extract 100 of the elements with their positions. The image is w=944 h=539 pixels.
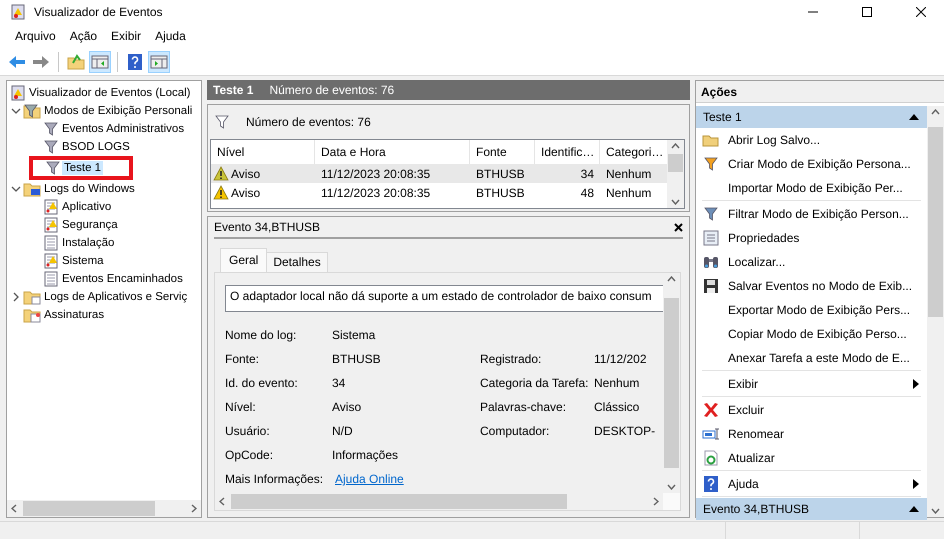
section-header[interactable]: Teste 1 — [696, 106, 927, 128]
tree-item[interactable]: Logs de Aplicativos e Serviç — [42, 290, 190, 304]
close-icon — [916, 7, 926, 17]
action-item[interactable]: Excluir — [728, 403, 921, 417]
filter-icon — [43, 139, 59, 155]
delete-icon — [702, 401, 720, 419]
event-row[interactable]: Aviso 11/12/2023 20:08:35 BTHUSB 34 Nenhum — [211, 164, 667, 183]
filter-icon — [703, 156, 719, 172]
details-title: Evento 34,BTHUSB — [214, 220, 320, 234]
menu-item[interactable]: Arquivo — [8, 29, 63, 43]
chevron-down-icon[interactable] — [11, 106, 21, 116]
action-item[interactable]: Atualizar — [728, 451, 921, 465]
tab[interactable]: Detalhes — [266, 252, 328, 272]
field-value: Nenhum — [594, 376, 640, 392]
folder-arrow-icon — [67, 54, 85, 70]
tree-item[interactable]: Visualizador de Eventos (Local) — [27, 86, 193, 100]
field-label: Fonte: — [225, 352, 260, 368]
scroll-left-icon[interactable] — [11, 504, 17, 513]
field-value: N/D — [332, 424, 353, 440]
section-header[interactable]: Evento 34,BTHUSB — [696, 498, 927, 520]
tab[interactable]: Geral — [220, 248, 268, 272]
tree-item[interactable]: Assinaturas — [42, 308, 106, 322]
field-label: Usuário: — [225, 424, 271, 440]
chevron-right-icon[interactable] — [11, 292, 21, 302]
field-label: Palavras-chave: — [480, 400, 568, 416]
table-cell-text: Nenhum — [605, 186, 652, 200]
scrollbar-thumb[interactable] — [23, 501, 155, 516]
section-title: Evento 34,BTHUSB — [703, 502, 810, 516]
menu-item[interactable]: Ajuda — [148, 29, 193, 43]
help-link[interactable]: Ajuda Online — [335, 472, 404, 486]
table-cell-text: BTHUSB — [475, 166, 526, 180]
subscription-folder-icon — [23, 307, 41, 323]
warning-log-icon — [43, 217, 59, 233]
scroll-down-icon[interactable] — [671, 199, 680, 205]
collapse-arrow-icon[interactable] — [909, 506, 919, 512]
scrollbar-thumb[interactable] — [928, 126, 943, 316]
table-cell-text: 11/12/2023 20:08:35 — [320, 186, 432, 200]
scroll-up-icon[interactable] — [667, 276, 676, 282]
scrollbar-thumb[interactable] — [668, 154, 683, 172]
table-cell-text: 48 — [580, 186, 595, 200]
action-item[interactable]: Importar Modo de Exibição Per... — [728, 181, 921, 195]
action-item[interactable]: Localizar... — [728, 255, 921, 269]
action-item[interactable]: Propriedades — [728, 231, 921, 245]
field-label: Nome do log: — [225, 328, 298, 344]
action-item[interactable]: Filtrar Modo de Exibição Person... — [728, 207, 921, 221]
toolbar-button[interactable] — [148, 50, 170, 72]
chevron-down-icon[interactable] — [11, 184, 21, 194]
event-log-icon — [10, 85, 26, 101]
action-item[interactable]: Criar Modo de Exibição Persona... — [728, 157, 921, 171]
forward-arrow-icon — [32, 54, 50, 68]
tree-item[interactable]: Modos de Exibição Personali — [42, 104, 194, 118]
toolbar-button[interactable] — [89, 50, 111, 72]
scroll-left-icon[interactable] — [219, 497, 225, 506]
tree-item[interactable]: Logs do Windows — [42, 182, 137, 196]
scroll-down-icon[interactable] — [931, 508, 940, 514]
view-title: Teste 1 — [213, 83, 254, 97]
tree-item[interactable]: Instalação — [60, 236, 116, 250]
tree-item[interactable]: Segurança — [60, 218, 120, 232]
tree-item[interactable]: Sistema — [60, 254, 106, 268]
tree-item[interactable]: Teste 1 — [62, 161, 104, 175]
action-item[interactable]: Exportar Modo de Exibição Pers... — [728, 303, 921, 317]
window-title: Visualizador de Eventos — [34, 5, 164, 19]
app-icon — [10, 4, 26, 20]
field-label: Computador: — [480, 424, 550, 440]
scroll-up-icon[interactable] — [931, 109, 940, 115]
action-item[interactable]: Renomear — [728, 427, 921, 441]
tree-item[interactable]: Aplicativo — [60, 200, 114, 214]
close-icon[interactable] — [674, 222, 683, 232]
scroll-up-icon[interactable] — [671, 143, 680, 149]
table-cell: Aviso — [231, 186, 260, 200]
field-label: Nível: — [225, 400, 257, 416]
scroll-right-icon[interactable] — [191, 504, 197, 513]
tree-item[interactable]: BSOD LOGS — [60, 140, 132, 154]
folder-icon — [23, 289, 41, 305]
scrollbar-thumb[interactable] — [664, 298, 679, 468]
field-label: Categoria da Tarefa: — [480, 376, 590, 392]
warning-icon — [213, 185, 229, 200]
action-item[interactable]: Anexar Tarefa a este Modo de E... — [728, 351, 921, 365]
field-label: Mais Informações: — [225, 472, 324, 488]
collapse-arrow-icon[interactable] — [909, 114, 919, 120]
scroll-down-icon[interactable] — [667, 484, 676, 490]
action-item[interactable]: Salvar Eventos no Modo de Exib... — [728, 279, 921, 293]
log-icon — [43, 235, 59, 251]
action-item[interactable]: Copiar Modo de Exibição Perso... — [728, 327, 921, 341]
description-text: O adaptador local não dá suporte a um estado de controlador de baixo consum — [225, 285, 663, 312]
pane-left-icon — [91, 54, 109, 68]
action-item[interactable]: Exibir — [728, 377, 905, 391]
filter-icon — [703, 206, 719, 222]
action-item[interactable]: Abrir Log Salvo... — [728, 133, 921, 147]
scroll-right-icon[interactable] — [653, 497, 659, 506]
action-item[interactable]: Ajuda — [728, 477, 905, 491]
scrollbar-thumb[interactable] — [231, 494, 567, 509]
tree-item[interactable]: Eventos Administrativos — [60, 122, 186, 136]
field-value: 11/12/202 — [594, 352, 646, 368]
table-cell: Aviso — [231, 166, 260, 180]
field-label: Registrado: — [480, 352, 542, 368]
tree-item[interactable]: Eventos Encaminhados — [60, 272, 185, 286]
menu-item[interactable]: Ação — [62, 29, 104, 43]
field-value: BTHUSB — [332, 352, 381, 368]
menu-item[interactable]: Exibir — [104, 29, 148, 43]
